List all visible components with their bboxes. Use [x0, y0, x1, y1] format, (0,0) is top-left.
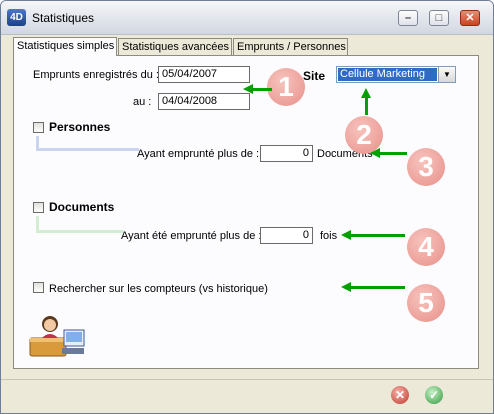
personnes-checkbox[interactable]	[33, 122, 44, 133]
annotation-badge-5: 5	[407, 284, 445, 322]
tab-statistiques-avancees[interactable]: Statistiques avancées	[118, 38, 232, 55]
annotation-arrow-2	[361, 88, 371, 115]
annotation-badge-3: 3	[407, 148, 445, 186]
window-title: Statistiques	[32, 11, 95, 25]
documents-checkbox[interactable]	[33, 202, 44, 213]
date-from-label: Emprunts enregistrés du :	[33, 69, 159, 81]
date-to-label: au :	[133, 96, 152, 108]
chevron-down-icon[interactable]: ▼	[438, 67, 455, 82]
dialog-content: Statistiques simples Statistiques avancé…	[1, 35, 493, 379]
maximize-button[interactable]: □	[429, 10, 449, 26]
documents-threshold-input[interactable]: 0	[260, 227, 313, 244]
compteurs-checkbox[interactable]	[33, 282, 44, 293]
annotation-arrow-3	[370, 148, 407, 158]
close-icon: ✕	[465, 12, 475, 24]
tab-panel: Emprunts enregistrés du : 05/04/2007 au …	[13, 55, 479, 369]
personnes-bracket	[36, 136, 139, 151]
close-button[interactable]: ✕	[460, 10, 480, 26]
documents-threshold-label: Ayant été emprunté plus de :	[121, 230, 262, 242]
annotation-badge-4: 4	[407, 228, 445, 266]
date-from-input[interactable]: 05/04/2007	[158, 66, 250, 83]
arrow-head-icon	[341, 230, 351, 240]
title-bar[interactable]: 4D Statistiques – □ ✕	[1, 1, 493, 35]
dialog-footer: ✕ ✓	[1, 379, 493, 413]
arrow-head-icon	[243, 84, 253, 94]
site-select-value: Cellule Marketing	[338, 68, 437, 81]
cancel-x-icon[interactable]: ✕	[391, 386, 409, 404]
app-logo-icon: 4D	[7, 9, 26, 26]
personnes-threshold-label: Ayant emprunté plus de :	[137, 148, 260, 160]
compteurs-label: Rechercher sur les compteurs (vs histori…	[49, 283, 268, 295]
annotation-arrow-5	[341, 282, 405, 292]
personnes-threshold-input[interactable]: 0	[260, 145, 313, 162]
ok-check-icon[interactable]: ✓	[425, 386, 443, 404]
tab-emprunts-personnes[interactable]: Emprunts / Personnes	[233, 38, 348, 55]
statistiques-window: 4D Statistiques – □ ✕ Statistiques simpl…	[0, 0, 494, 414]
date-to-input[interactable]: 04/04/2008	[158, 93, 250, 110]
minimize-button[interactable]: –	[398, 10, 418, 26]
minimize-icon: –	[404, 12, 412, 24]
maximize-icon: □	[435, 12, 443, 24]
site-label: Site	[303, 69, 326, 83]
annotation-badge-1: 1	[267, 68, 305, 106]
site-select[interactable]: Cellule Marketing ▼	[336, 66, 456, 83]
arrow-head-icon	[370, 148, 380, 158]
annotation-arrow-4	[341, 230, 405, 240]
personnes-label: Personnes	[49, 120, 111, 134]
arrow-head-icon	[341, 282, 351, 292]
documents-label: Documents	[49, 200, 115, 214]
annotation-arrow-1	[243, 84, 272, 94]
arrow-head-icon	[361, 88, 371, 98]
documents-unit-label: fois	[320, 230, 338, 242]
tab-statistiques-simples[interactable]: Statistiques simples	[13, 37, 117, 56]
documents-bracket	[36, 216, 124, 233]
librarian-desk-icon	[29, 316, 85, 357]
